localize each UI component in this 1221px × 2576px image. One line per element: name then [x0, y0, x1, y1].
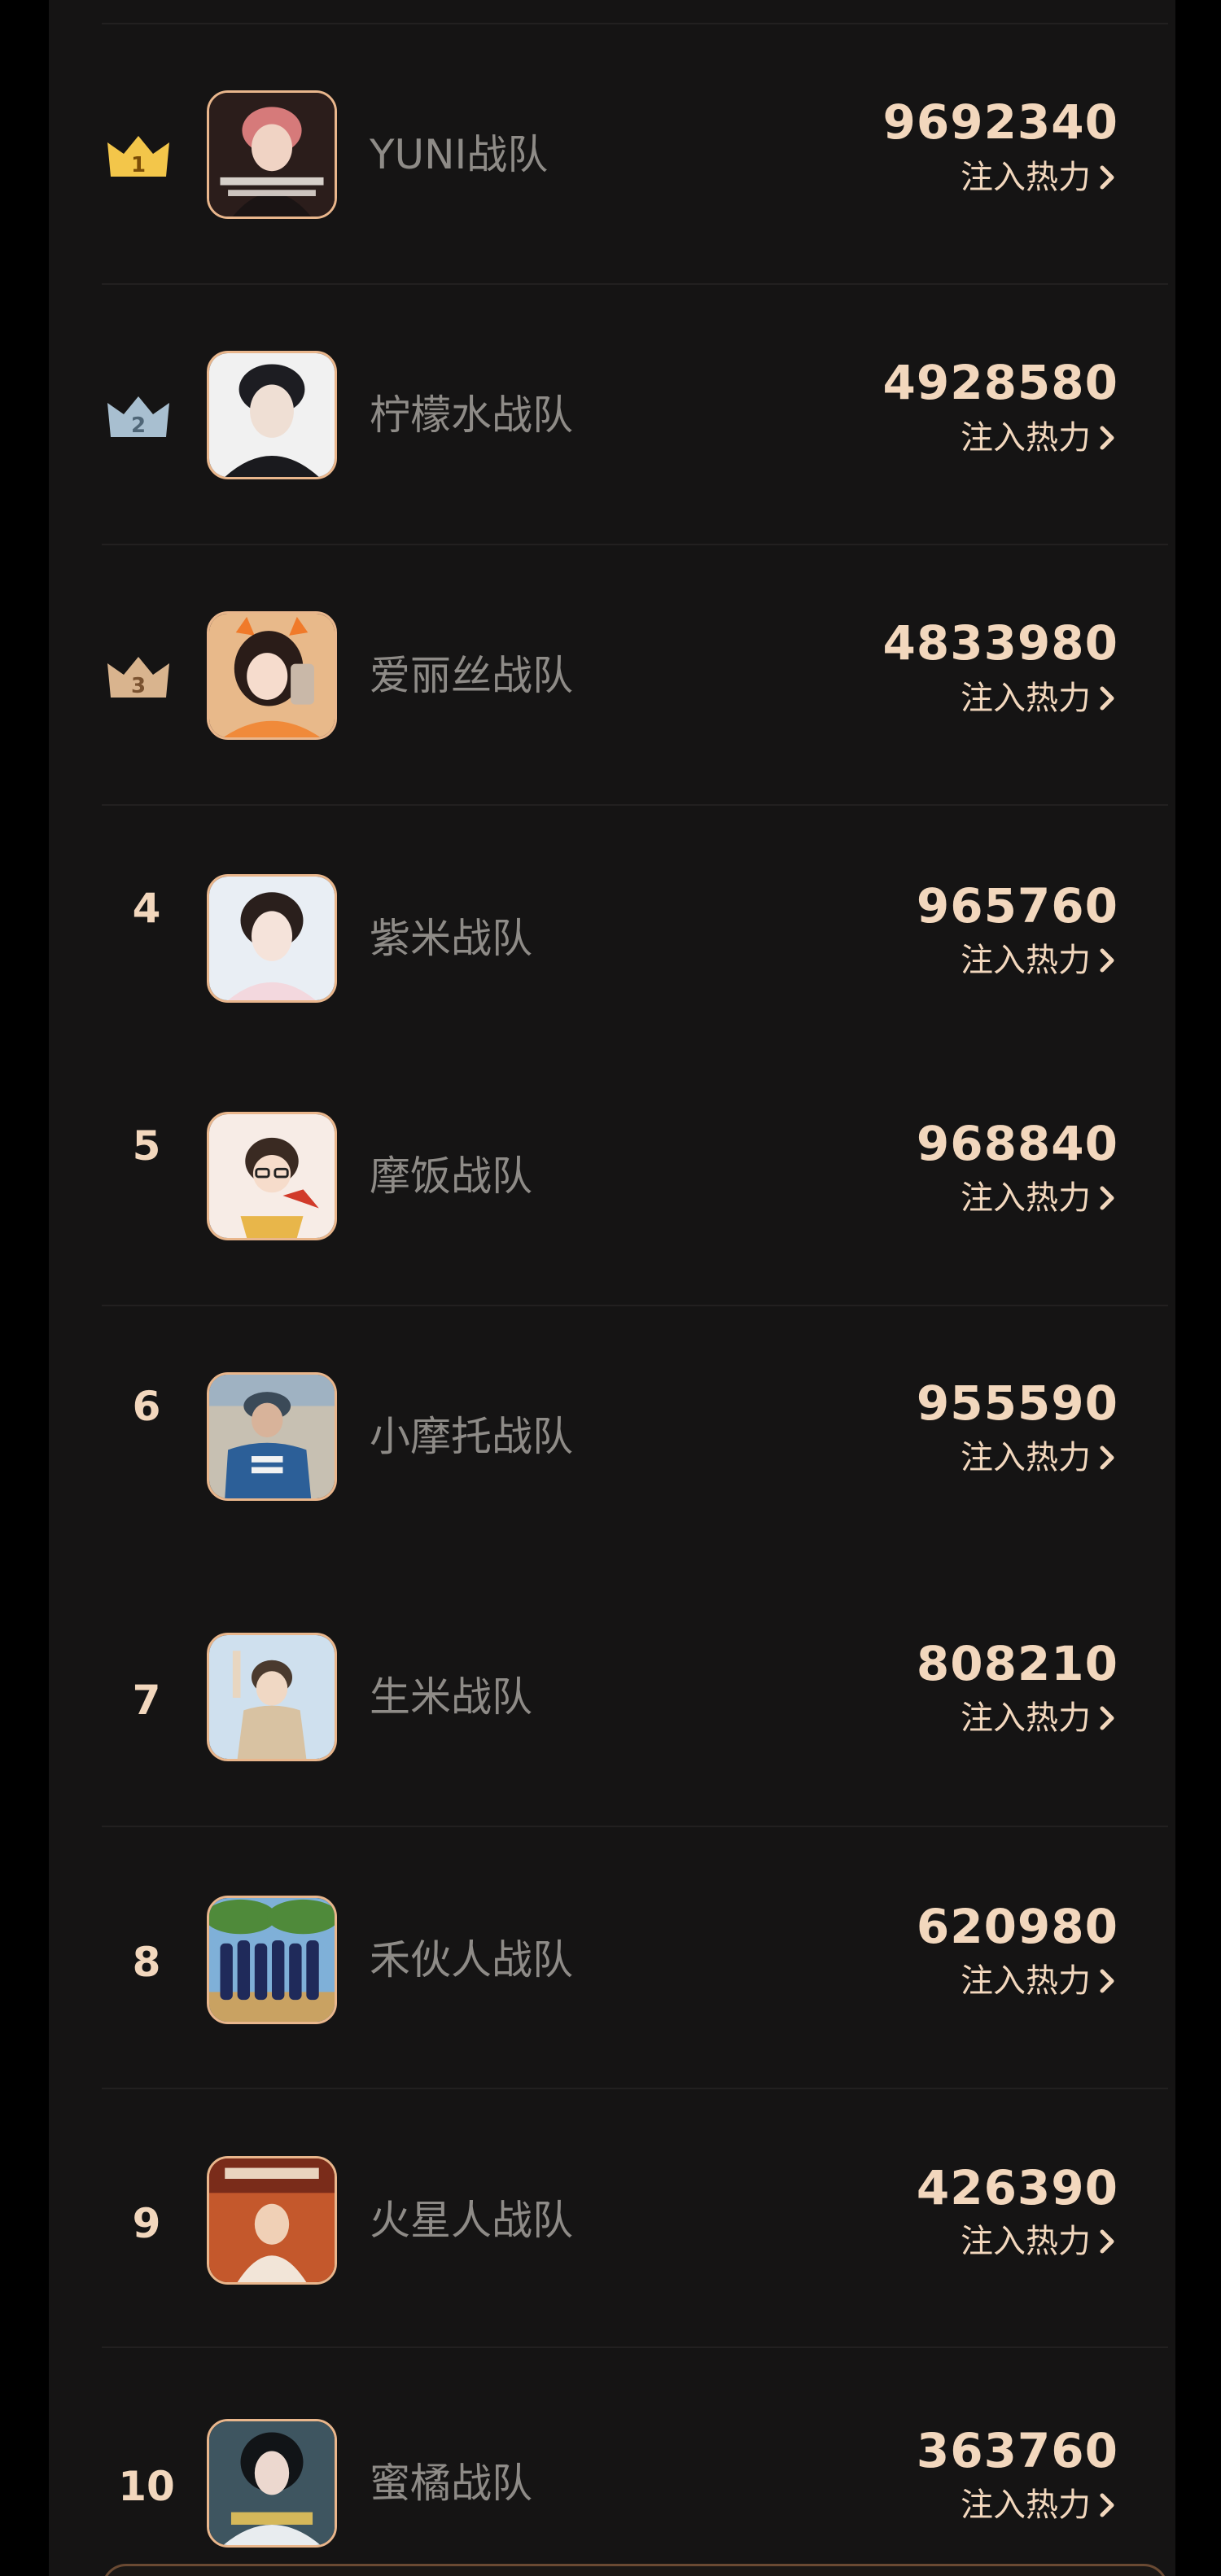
crown-rank-number: 1: [131, 153, 146, 177]
inject-heat-button[interactable]: 注入热力: [961, 1438, 1118, 1477]
team-name: 爱丽丝战队: [370, 652, 573, 699]
chevron-right-icon: [1100, 1445, 1114, 1470]
crown-rank-number: 2: [131, 413, 146, 438]
chevron-right-icon: [1100, 948, 1114, 973]
ranking-panel: 1 YUNI战队 9692340 注入热力 2 柠檬水战队 4928580 注入…: [49, 0, 1175, 2576]
inject-heat-button[interactable]: 注入热力: [961, 418, 1118, 457]
inject-heat-label: 注入热力: [961, 419, 1091, 457]
chevron-right-icon: [1100, 165, 1114, 190]
chevron-right-icon: [1100, 2229, 1114, 2254]
ranking-row-8[interactable]: 8 禾伙人战队 620980 注入热力: [49, 1827, 1175, 2089]
team-name: 禾伙人战队: [370, 1936, 573, 1983]
crown-rank-number: 3: [131, 674, 146, 698]
team-name: 紫米战队: [370, 915, 532, 962]
team-name: 蜜橘战队: [370, 2460, 532, 2507]
team-name: 小摩托战队: [370, 1413, 573, 1460]
inject-heat-button[interactable]: 注入热力: [961, 2222, 1118, 2261]
ranking-row-10[interactable]: 10 蜜橘战队 363760 注入热力: [49, 2348, 1175, 2576]
ranking-row-9[interactable]: 9 火星人战队 426390 注入热力: [49, 2089, 1175, 2348]
team-avatar[interactable]: [207, 90, 337, 219]
ranking-row-2[interactable]: 2 柠檬水战队 4928580 注入热力: [49, 285, 1175, 545]
inject-heat-button[interactable]: 注入热力: [961, 679, 1118, 718]
rank-number: 9: [132, 2200, 161, 2247]
heat-score: 808210: [916, 1636, 1118, 1691]
team-avatar[interactable]: [207, 1112, 337, 1240]
inject-heat-button[interactable]: 注入热力: [961, 158, 1118, 197]
inject-heat-label: 注入热力: [961, 1439, 1091, 1476]
ranking-row-5[interactable]: 5 摩饭战队 968840 注入热力: [49, 1042, 1175, 1306]
rank-number: 8: [132, 1939, 161, 1986]
chevron-right-icon: [1100, 1969, 1114, 1993]
inject-heat-label: 注入热力: [961, 1699, 1091, 1737]
team-avatar[interactable]: [207, 1633, 337, 1761]
team-avatar[interactable]: [207, 351, 337, 479]
team-avatar[interactable]: [207, 1372, 337, 1501]
team-name: 柠檬水战队: [370, 391, 573, 439]
inject-heat-button[interactable]: 注入热力: [961, 1962, 1118, 2001]
heat-score: 968840: [916, 1116, 1118, 1171]
chevron-right-icon: [1100, 686, 1114, 711]
heat-score: 4928580: [882, 355, 1118, 410]
rank-number: 7: [132, 1677, 161, 1724]
rank-number: 6: [132, 1383, 161, 1430]
bronze-crown-icon: 3: [106, 654, 171, 699]
team-name: 摩饭战队: [370, 1152, 532, 1200]
ranking-row-4[interactable]: 4 紫米战队 965760 注入热力: [49, 806, 1175, 1042]
heat-score: 426390: [916, 2160, 1118, 2215]
ranking-row-6[interactable]: 6 小摩托战队 955590 注入热力: [49, 1306, 1175, 1563]
chevron-right-icon: [1100, 426, 1114, 450]
rank-number: 10: [118, 2463, 175, 2510]
team-name: YUNI战队: [370, 131, 549, 178]
heat-score: 9692340: [882, 94, 1118, 150]
heat-score: 4833980: [882, 615, 1118, 671]
chevron-right-icon: [1100, 2493, 1114, 2517]
heat-score: 363760: [916, 2423, 1118, 2478]
team-avatar[interactable]: [207, 1896, 337, 2024]
heat-score: 620980: [916, 1899, 1118, 1954]
rank-number: 4: [132, 885, 161, 932]
team-name: 火星人战队: [370, 2197, 573, 2244]
heat-score: 965760: [916, 878, 1118, 934]
team-avatar[interactable]: [207, 611, 337, 740]
inject-heat-label: 注入热力: [961, 2486, 1091, 2524]
inject-heat-label: 注入热力: [961, 1962, 1091, 2000]
team-avatar[interactable]: [207, 2419, 337, 2548]
team-name: 生米战队: [370, 1673, 532, 1721]
inject-heat-button[interactable]: 注入热力: [961, 1699, 1118, 1738]
ranking-row-1[interactable]: 1 YUNI战队 9692340 注入热力: [49, 24, 1175, 285]
inject-heat-button[interactable]: 注入热力: [961, 941, 1118, 980]
inject-heat-button[interactable]: 注入热力: [961, 1179, 1118, 1218]
chevron-right-icon: [1100, 1706, 1114, 1730]
team-avatar[interactable]: [207, 2156, 337, 2285]
ranking-row-3[interactable]: 3 爱丽丝战队 4833980 注入热力: [49, 545, 1175, 806]
inject-heat-label: 注入热力: [961, 942, 1091, 979]
inject-heat-label: 注入热力: [961, 2223, 1091, 2260]
gold-crown-icon: 1: [106, 133, 171, 178]
bottom-action-bar[interactable]: [102, 2564, 1168, 2576]
silver-crown-icon: 2: [106, 393, 171, 439]
rank-number: 5: [132, 1122, 161, 1170]
chevron-right-icon: [1100, 1186, 1114, 1210]
ranking-row-7[interactable]: 7 生米战队 808210 注入热力: [49, 1563, 1175, 1827]
inject-heat-label: 注入热力: [961, 680, 1091, 717]
team-avatar[interactable]: [207, 874, 337, 1003]
inject-heat-button[interactable]: 注入热力: [961, 2486, 1118, 2525]
inject-heat-label: 注入热力: [961, 1179, 1091, 1217]
heat-score: 955590: [916, 1375, 1118, 1431]
inject-heat-label: 注入热力: [961, 159, 1091, 196]
